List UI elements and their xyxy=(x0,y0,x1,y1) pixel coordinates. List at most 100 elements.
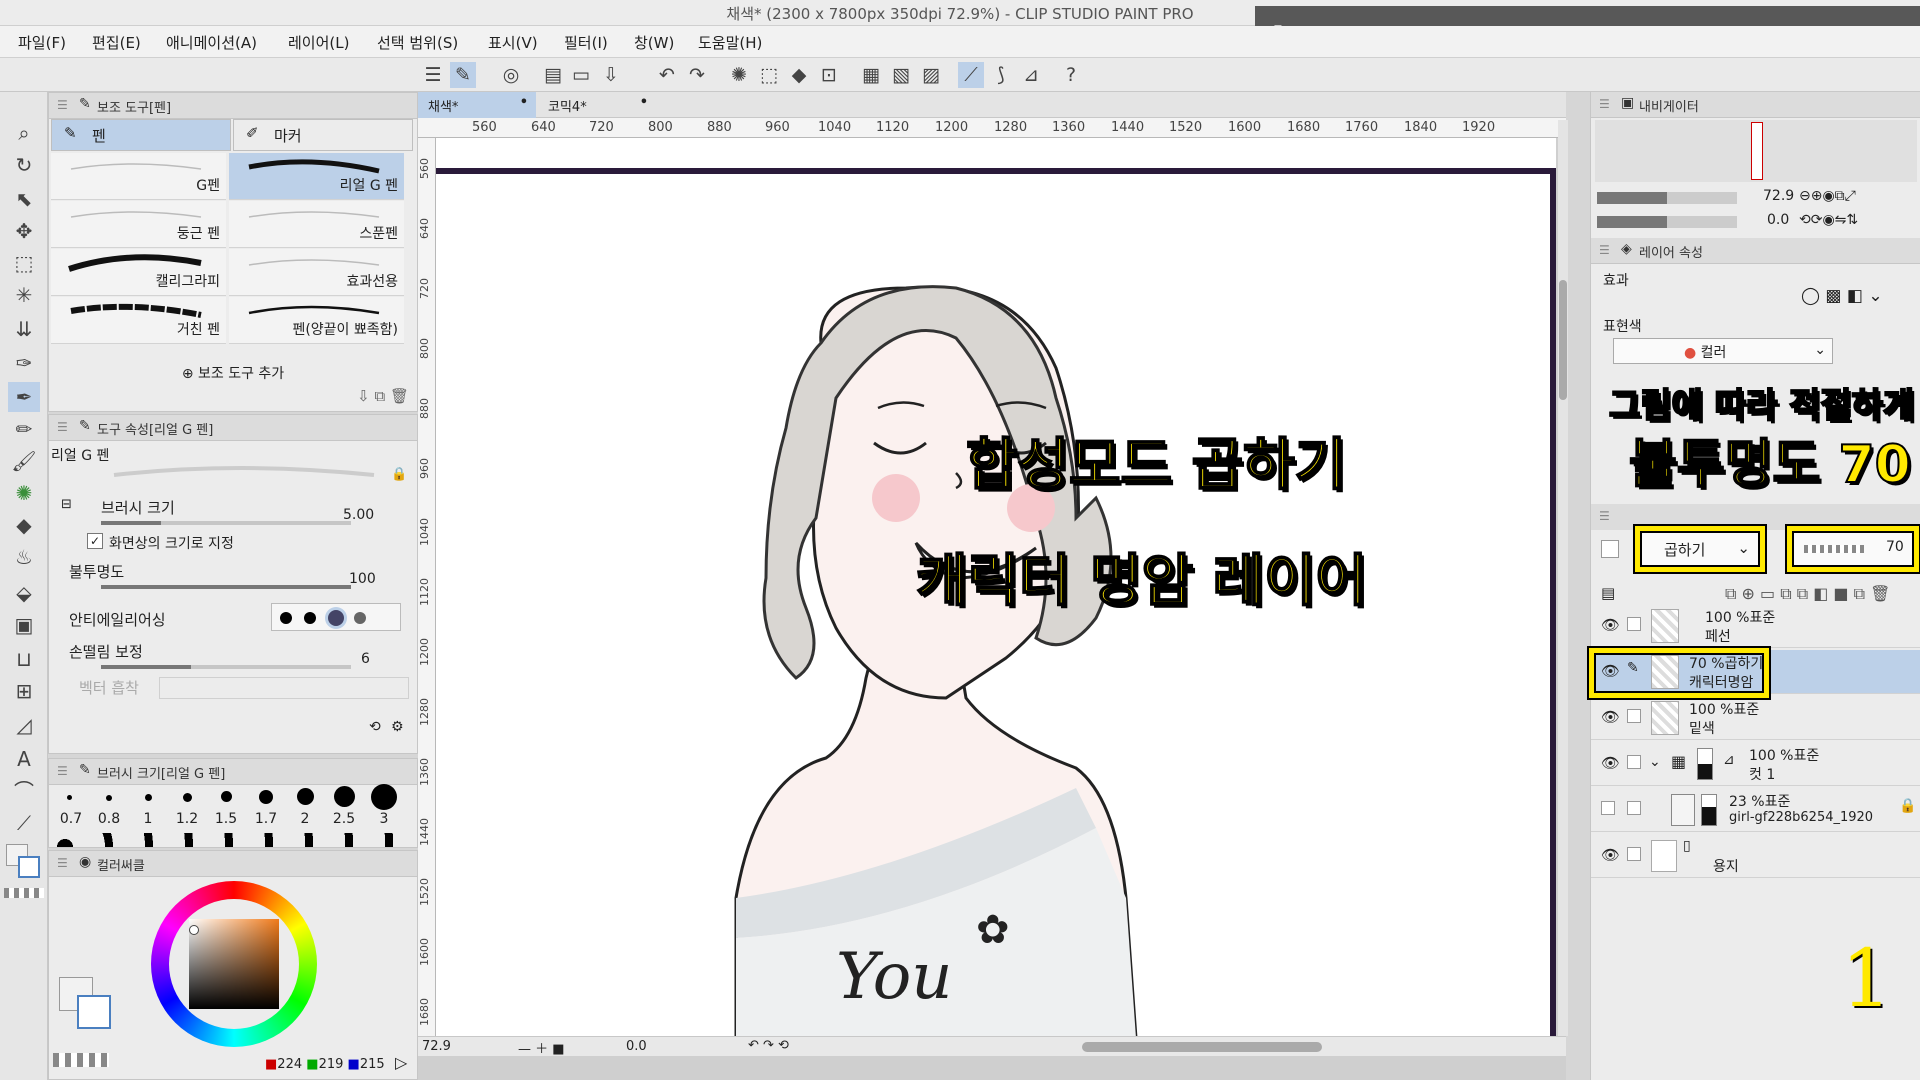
navigator-preview[interactable] xyxy=(1595,120,1917,182)
eye-icon[interactable]: 👁 xyxy=(1601,846,1620,864)
fill-icon[interactable]: ◆ xyxy=(786,62,812,88)
tab-pen[interactable]: ✎ 펜 xyxy=(51,119,231,151)
rotation-value[interactable]: 0.0 xyxy=(626,1039,647,1054)
brush-real-g-pen[interactable]: 리얼 G 펜 xyxy=(229,153,404,200)
tab-coloring[interactable]: 채색* • xyxy=(418,92,536,118)
menu-view[interactable]: 표시(V) xyxy=(488,32,538,53)
magic-wand-icon[interactable]: ✳ xyxy=(8,280,40,310)
brush-size-dot[interactable] xyxy=(145,794,152,801)
brush-size-dot[interactable] xyxy=(106,795,112,801)
antialias-weak[interactable] xyxy=(304,612,316,624)
perspective-icon[interactable]: ▨ xyxy=(918,62,944,88)
ruler-icon[interactable]: ▧ xyxy=(888,62,914,88)
close-icon[interactable]: • xyxy=(640,95,648,110)
vector-options[interactable] xyxy=(159,677,409,699)
layer-actions[interactable]: ⧉ ⊕ ▭ ⧉ ⧉ ◧ ■ ⧉ 🗑 xyxy=(1725,584,1890,604)
visibility-toggle[interactable] xyxy=(1601,801,1615,815)
canvas-paper[interactable]: You ✿ 합성모드 곱하기 캐릭터 명암 레이어 xyxy=(436,138,1556,1038)
layer-opacity-control[interactable]: 70 xyxy=(1787,526,1919,572)
nav-angle-value[interactable]: 0.0 xyxy=(1767,212,1789,228)
brush-rough-pen[interactable]: 거친 펜 xyxy=(51,297,226,344)
brush-round-pen[interactable]: 둥근 펜 xyxy=(51,201,226,248)
layer-lock-toggle[interactable] xyxy=(1627,617,1641,631)
vertical-scrollbar[interactable] xyxy=(1558,120,1568,1036)
layer-folder-row[interactable]: 👁 ⌄ ▦ ⊿ 100 %표준 컷 1 xyxy=(1591,742,1920,786)
save-icon[interactable]: ⇩ xyxy=(598,62,624,88)
vertical-scroll-thumb[interactable] xyxy=(1559,280,1567,400)
collapse-icon[interactable]: ⊟ xyxy=(61,497,72,512)
selection-icon[interactable]: ⬚ xyxy=(8,248,40,278)
wrench-icon[interactable]: ⚙ xyxy=(391,719,404,735)
sub-color-swatch[interactable] xyxy=(18,856,40,878)
opacity-value[interactable]: 100 xyxy=(349,571,376,587)
layer-row[interactable]: 👁 100 %표준 밑색 xyxy=(1591,696,1920,740)
reset-icon[interactable]: ⟲ xyxy=(369,719,381,735)
expression-select[interactable]: ● 컬러 ⌄ xyxy=(1613,338,1833,364)
brush-size-dot[interactable] xyxy=(371,784,397,810)
nav-zoom-value[interactable]: 72.9 xyxy=(1763,188,1794,204)
stabilize-value[interactable]: 6 xyxy=(361,651,370,667)
sub-color-preview[interactable] xyxy=(77,995,111,1029)
layer-select-icon[interactable]: ⇊ xyxy=(8,314,40,344)
brush-spoon-pen[interactable]: 스푼펜 xyxy=(229,201,404,248)
zoom-controls[interactable]: — ＋ ■ xyxy=(518,1038,565,1057)
layer-lock-toggle[interactable] xyxy=(1627,801,1641,815)
menu-help[interactable]: 도움말(H) xyxy=(698,32,762,53)
snap-grid-icon[interactable]: ⊿ xyxy=(1018,62,1044,88)
layer-lock-toggle[interactable] xyxy=(1627,847,1641,861)
nav-zoom-slider[interactable] xyxy=(1597,192,1737,204)
new-file-icon[interactable]: ▤ xyxy=(540,62,566,88)
transparent-swatch[interactable] xyxy=(4,888,44,898)
pen-icon[interactable]: ✒ xyxy=(8,382,40,412)
snap-ruler-icon[interactable]: ⟋ xyxy=(958,62,984,88)
open-folder-icon[interactable]: ▭ xyxy=(568,62,594,88)
sv-square[interactable] xyxy=(189,919,279,1009)
tab-marker[interactable]: ✐ 마커 xyxy=(233,119,413,151)
horizontal-scroll-thumb[interactable] xyxy=(1082,1042,1322,1052)
opacity-slider[interactable] xyxy=(101,585,351,589)
menu-window[interactable]: 창(W) xyxy=(634,32,674,53)
balloon-icon[interactable]: ⌒ xyxy=(8,776,40,806)
menu-layer[interactable]: 레이어(L) xyxy=(288,32,349,53)
blend-icon[interactable]: ♨ xyxy=(8,542,40,572)
object-select-icon[interactable]: ⬉ xyxy=(8,184,40,214)
eyedropper-icon[interactable]: ✑ xyxy=(8,348,40,378)
transform-icon[interactable]: ⊡ xyxy=(816,62,842,88)
brush-size-value[interactable]: 5.00 xyxy=(343,507,374,523)
menu-edit[interactable]: 편집(E) xyxy=(92,32,141,53)
pencil-icon[interactable]: ✏ xyxy=(8,414,40,444)
brush-calligraphy[interactable]: 캘리그라피 xyxy=(51,249,226,296)
clip-checkbox[interactable] xyxy=(1601,540,1619,558)
figure-icon[interactable]: ⊔ xyxy=(8,644,40,674)
help-icon[interactable]: ? xyxy=(1058,62,1084,88)
crop-icon[interactable]: ⬚ xyxy=(756,62,782,88)
chevron-down-icon[interactable]: ⌄ xyxy=(1649,754,1661,770)
brush-g-pen[interactable]: G펜 xyxy=(51,153,226,200)
move-icon[interactable]: ✥ xyxy=(8,216,40,246)
grid-icon[interactable]: ▦ xyxy=(858,62,884,88)
menu-filter[interactable]: 필터(I) xyxy=(564,32,608,53)
brush-effect-line[interactable]: 효과선용 xyxy=(229,249,404,296)
layer-row[interactable]: 👁 100 %표준 페선 xyxy=(1591,604,1920,648)
brush-size-dot[interactable] xyxy=(67,795,72,800)
brush-size-slider[interactable] xyxy=(101,521,351,525)
sv-cursor[interactable] xyxy=(189,925,199,935)
eye-icon[interactable]: 👁 xyxy=(1601,616,1620,634)
correct-line-icon[interactable]: ⟋ xyxy=(8,808,40,838)
screen-size-checkbox[interactable]: ✓ xyxy=(87,533,103,549)
antialias-medium[interactable] xyxy=(328,610,344,626)
airbrush-icon[interactable]: ✺ xyxy=(8,478,40,508)
duplicate-icon[interactable]: ⧉ xyxy=(374,387,385,405)
antialias-strong[interactable] xyxy=(354,612,366,624)
layer-opacity-value[interactable]: 70 xyxy=(1886,539,1904,555)
brush-size-dot[interactable] xyxy=(221,791,232,802)
redo-icon[interactable]: ↷ xyxy=(684,62,710,88)
rotate-icon[interactable]: ↻ xyxy=(8,150,40,180)
eye-icon[interactable]: 👁 xyxy=(1601,708,1620,726)
layer-panel-menu-icon[interactable]: ▤ xyxy=(1601,584,1615,602)
play-icon[interactable]: ▷ xyxy=(395,1053,407,1072)
nav-rotate-buttons[interactable]: ⟲⟳◉⇋⇅ xyxy=(1799,212,1858,228)
menu-selection[interactable]: 선택 범위(S) xyxy=(377,32,458,53)
layer-lock-toggle[interactable] xyxy=(1627,709,1641,723)
brush-icon[interactable]: 🖌 xyxy=(8,446,40,476)
